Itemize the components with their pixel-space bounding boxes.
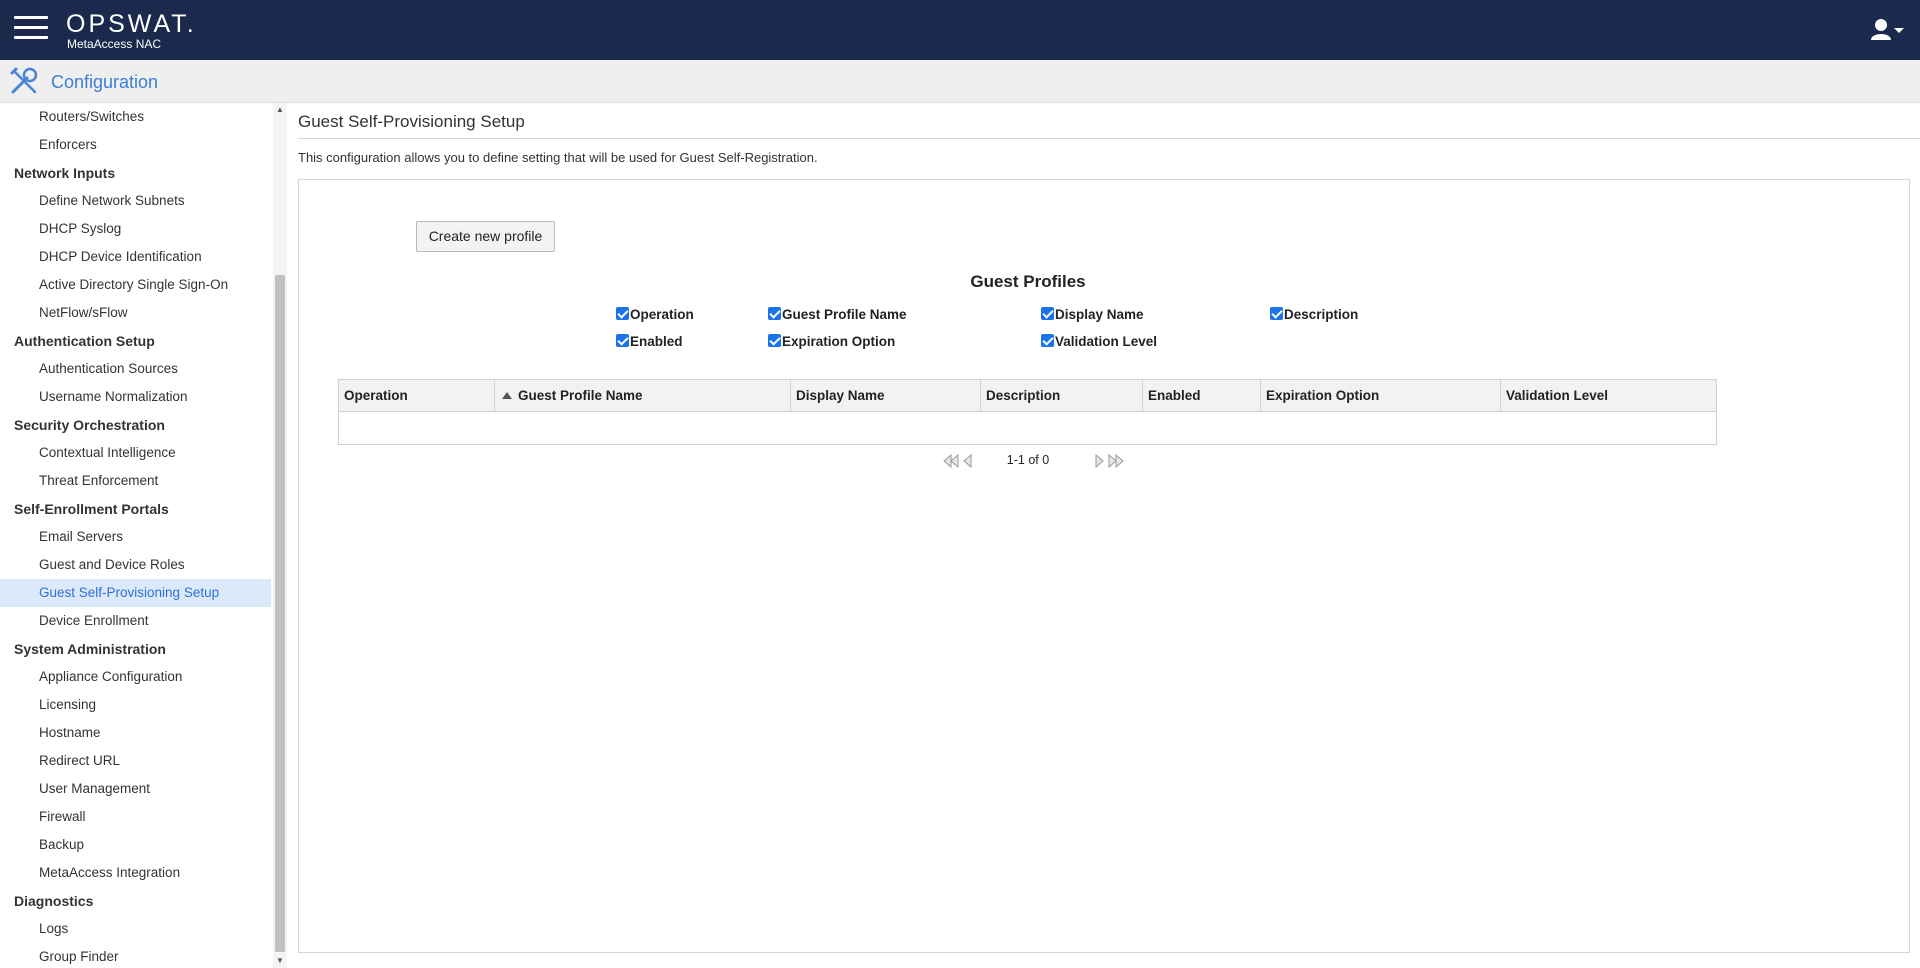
- sidebar-item-guest-and-device-roles[interactable]: Guest and Device Roles: [0, 551, 271, 579]
- checkbox-operation[interactable]: [616, 306, 629, 320]
- page-title: Guest Self-Provisioning Setup: [298, 112, 525, 131]
- column-header-operation[interactable]: Operation: [339, 380, 495, 411]
- sidebar-item-email-servers[interactable]: Email Servers: [0, 523, 271, 551]
- main-content: Guest Self-Provisioning Setup This confi…: [288, 103, 1920, 968]
- column-label: Guest Profile Name: [518, 388, 643, 403]
- sidebar-item-username-normalization[interactable]: Username Normalization: [0, 383, 271, 411]
- column-header-validation-level[interactable]: Validation Level: [1501, 380, 1716, 411]
- profiles-panel: Create new profile Guest Profiles Operat…: [298, 179, 1910, 953]
- sidebar-item-user-management[interactable]: User Management: [0, 775, 271, 803]
- table-header: Operation Guest Profile Name Display Nam…: [339, 380, 1716, 412]
- sidebar-item-dhcp-device-identification[interactable]: DHCP Device Identification: [0, 243, 271, 271]
- column-label: Description: [986, 388, 1061, 403]
- sidebar-item-device-enrollment[interactable]: Device Enrollment: [0, 607, 271, 635]
- checkbox-display-name[interactable]: [1041, 306, 1054, 320]
- checkbox-guest-profile-name[interactable]: [768, 306, 781, 320]
- sidebar-item-threat-enforcement[interactable]: Threat Enforcement: [0, 467, 271, 495]
- tools-icon: [10, 67, 38, 94]
- sidebar-scrollbar[interactable]: ▲ ▼: [273, 103, 287, 968]
- column-label: Validation Level: [1506, 388, 1609, 403]
- checkbox-expiration-option[interactable]: [768, 333, 781, 347]
- toggle-label: Enabled: [630, 334, 683, 349]
- toggle-expiration-option[interactable]: Expiration Option: [768, 333, 896, 349]
- sidebar-item-hostname[interactable]: Hostname: [0, 719, 271, 747]
- sidebar-nav: Routers/Switches Enforcers Network Inputs D…: [0, 103, 271, 968]
- toggle-label: Description: [1284, 307, 1359, 322]
- checkbox-validation-level[interactable]: [1041, 333, 1054, 347]
- logo[interactable]: OPSWAT. MetaAccess NAC: [66, 11, 197, 51]
- next-page-icon[interactable]: [1094, 454, 1104, 468]
- toggle-label: Operation: [630, 307, 694, 322]
- column-label: Display Name: [796, 388, 885, 403]
- toggle-enabled[interactable]: Enabled: [616, 333, 683, 349]
- sidebar-item-redirect-url[interactable]: Redirect URL: [0, 747, 271, 775]
- sidebar-item-appliance-configuration[interactable]: Appliance Configuration: [0, 663, 271, 691]
- sidebar-item-guest-self-provisioning-setup[interactable]: Guest Self-Provisioning Setup: [0, 579, 271, 607]
- sidebar-group-security-orchestration[interactable]: Security Orchestration: [0, 411, 271, 439]
- toggle-operation[interactable]: Operation: [616, 306, 694, 322]
- brand-name: OPSWAT.: [66, 10, 197, 38]
- sidebar-item-licensing[interactable]: Licensing: [0, 691, 271, 719]
- sidebar-group-self-enrollment-portals[interactable]: Self-Enrollment Portals: [0, 495, 271, 523]
- sidebar-item-contextual-intelligence[interactable]: Contextual Intelligence: [0, 439, 271, 467]
- sidebar: Routers/Switches Enforcers Network Inputs D…: [0, 103, 273, 968]
- sidebar-group-diagnostics[interactable]: Diagnostics: [0, 887, 271, 915]
- toggle-label: Guest Profile Name: [782, 307, 907, 322]
- hamburger-menu-icon[interactable]: [14, 16, 48, 42]
- scroll-thumb[interactable]: [275, 275, 285, 952]
- section-header: Configuration: [0, 60, 1920, 103]
- column-label: Expiration Option: [1266, 388, 1380, 403]
- pager-status: 1-1 of 0: [1006, 453, 1050, 467]
- grid-title: Guest Profiles: [970, 272, 1086, 291]
- sidebar-item-logs[interactable]: Logs: [0, 915, 271, 943]
- sidebar-item-enforcers[interactable]: Enforcers: [0, 131, 271, 159]
- column-header-description[interactable]: Description: [981, 380, 1143, 411]
- checkbox-enabled[interactable]: [616, 333, 629, 347]
- page-description: This configuration allows you to define …: [298, 150, 818, 165]
- sidebar-group-authentication-setup[interactable]: Authentication Setup: [0, 327, 271, 355]
- user-icon: [1871, 19, 1904, 40]
- toggle-label: Expiration Option: [782, 334, 896, 349]
- scroll-up-arrow-icon[interactable]: ▲: [273, 103, 287, 117]
- toggle-label: Display Name: [1055, 307, 1144, 322]
- sidebar-item-group-finder[interactable]: Group Finder: [0, 943, 271, 968]
- title-divider: [298, 138, 1920, 139]
- pager: 1-1 of 0: [299, 451, 1757, 471]
- sort-ascending-icon: [502, 392, 512, 399]
- sidebar-item-authentication-sources[interactable]: Authentication Sources: [0, 355, 271, 383]
- user-menu-button[interactable]: [1870, 18, 1906, 44]
- sidebar-item-routers-switches[interactable]: Routers/Switches: [0, 103, 271, 131]
- create-new-profile-button[interactable]: Create new profile: [416, 221, 555, 252]
- profiles-table: Operation Guest Profile Name Display Nam…: [338, 379, 1717, 445]
- sidebar-item-backup[interactable]: Backup: [0, 831, 271, 859]
- column-label: Enabled: [1148, 388, 1201, 403]
- sidebar-item-dhcp-syslog[interactable]: DHCP Syslog: [0, 215, 271, 243]
- column-header-display-name[interactable]: Display Name: [791, 380, 981, 411]
- product-name: MetaAccess NAC: [67, 37, 162, 51]
- column-header-expiration-option[interactable]: Expiration Option: [1261, 380, 1501, 411]
- sidebar-item-firewall[interactable]: Firewall: [0, 803, 271, 831]
- top-bar: OPSWAT. MetaAccess NAC: [0, 0, 1920, 60]
- section-title: Configuration: [51, 72, 159, 92]
- sidebar-group-network-inputs[interactable]: Network Inputs: [0, 159, 271, 187]
- caret-down-icon: [1894, 28, 1904, 33]
- toggle-guest-profile-name[interactable]: Guest Profile Name: [768, 306, 907, 322]
- toggle-label: Validation Level: [1055, 334, 1158, 349]
- column-header-guest-profile-name[interactable]: Guest Profile Name: [495, 380, 791, 411]
- column-label: Operation: [344, 388, 408, 403]
- toggle-validation-level[interactable]: Validation Level: [1041, 333, 1158, 349]
- sidebar-item-active-directory-single-sign-on[interactable]: Active Directory Single Sign-On: [0, 271, 271, 299]
- toggle-display-name[interactable]: Display Name: [1041, 306, 1144, 322]
- sidebar-item-netflow-sflow[interactable]: NetFlow/sFlow: [0, 299, 271, 327]
- toggle-description[interactable]: Description: [1270, 306, 1359, 322]
- sidebar-group-system-administration[interactable]: System Administration: [0, 635, 271, 663]
- sidebar-item-define-network-subnets[interactable]: Define Network Subnets: [0, 187, 271, 215]
- checkbox-description[interactable]: [1270, 306, 1283, 320]
- scroll-down-arrow-icon[interactable]: ▼: [273, 954, 287, 968]
- last-page-icon[interactable]: [1107, 454, 1125, 468]
- sidebar-item-metaaccess-integration[interactable]: MetaAccess Integration: [0, 859, 271, 887]
- column-header-enabled[interactable]: Enabled: [1143, 380, 1261, 411]
